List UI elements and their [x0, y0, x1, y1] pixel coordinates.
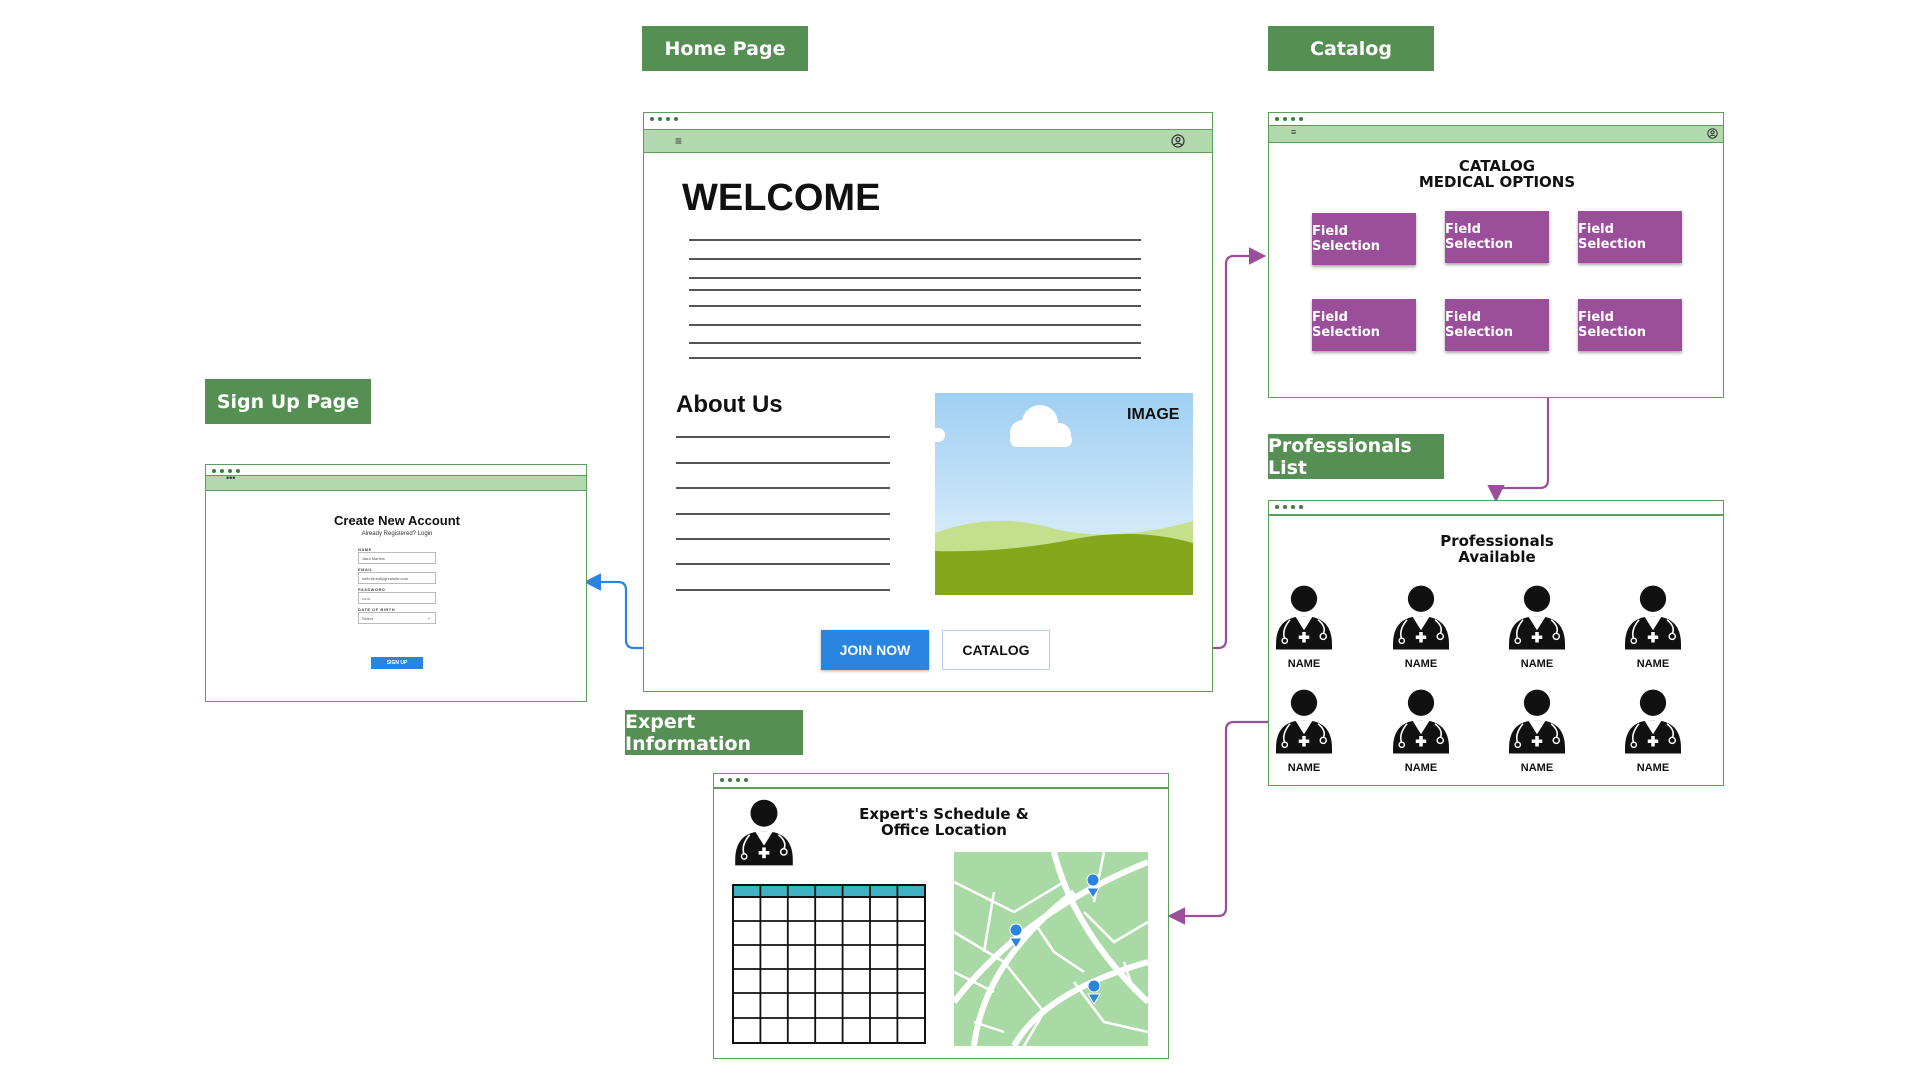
dob-select-value: Select: [362, 616, 374, 621]
home-navbar: ≡: [644, 129, 1212, 153]
professional-name: NAME: [1287, 658, 1321, 670]
text-line: [676, 538, 890, 540]
doctor-avatar-icon: [734, 798, 794, 867]
professional-card[interactable]: NAME: [1381, 581, 1461, 670]
text-line: [676, 589, 890, 591]
email-field[interactable]: hello@reallygreatsite.com: [358, 572, 436, 584]
doctor-icon: [1624, 688, 1682, 755]
signup-form: NAME Jiara Martins EMAIL hello@reallygre…: [358, 547, 438, 624]
signup-window: ••• Create New Account Already Registere…: [205, 464, 587, 702]
professional-name: NAME: [1404, 658, 1438, 670]
landscape-image: IMAGE: [935, 393, 1193, 595]
user-icon[interactable]: [1707, 128, 1718, 139]
text-line: [676, 462, 890, 464]
text-line: [689, 342, 1141, 344]
field-selection-button[interactable]: Field Selection: [1445, 211, 1549, 263]
catalog-navbar: ≡: [1269, 125, 1723, 143]
office-location-map: [954, 852, 1148, 1046]
text-line: [676, 487, 890, 489]
catalog-title-line1: CATALOG: [1458, 157, 1536, 175]
signup-button[interactable]: SIGN UP: [371, 657, 423, 669]
text-line: [689, 324, 1141, 326]
window-dots: [1275, 113, 1303, 125]
dob-select[interactable]: Select ⌄: [358, 612, 436, 624]
professional-name: NAME: [1520, 658, 1554, 670]
professional-name: NAME: [1636, 762, 1670, 774]
text-line: [689, 239, 1141, 241]
text-line: [676, 436, 890, 438]
expert-title: Expert's Schedule & Office Location: [844, 806, 1044, 838]
doctor-icon: [1275, 584, 1333, 651]
welcome-heading: WELCOME: [682, 177, 881, 219]
doctor-icon: [1275, 688, 1333, 755]
signup-title: Create New Account: [334, 513, 460, 528]
about-us-heading: About Us: [676, 391, 783, 418]
professional-card[interactable]: NAME: [1381, 685, 1461, 774]
hamburger-icon[interactable]: ≡: [1291, 128, 1296, 137]
field-selection-button[interactable]: Field Selection: [1312, 299, 1416, 351]
text-line: [676, 563, 890, 565]
user-icon[interactable]: [1171, 134, 1185, 148]
text-line: [689, 357, 1141, 359]
professional-name: NAME: [1520, 762, 1554, 774]
signup-navbar: •••: [206, 473, 586, 491]
schedule-calendar: [732, 884, 926, 1044]
join-now-button[interactable]: JOIN NOW: [821, 630, 929, 670]
professional-name: NAME: [1287, 762, 1321, 774]
catalog-button[interactable]: CATALOG: [942, 630, 1050, 670]
professional-card[interactable]: NAME: [1613, 685, 1693, 774]
text-line: [689, 277, 1141, 279]
catalog-window: ≡ CATALOG MEDICAL OPTIONS Field Selectio…: [1268, 112, 1724, 398]
home-page-window: ≡ WELCOME About Us IMAGE JOIN NOW CATALO…: [643, 112, 1213, 692]
window-dots: [1275, 501, 1303, 513]
chevron-down-icon: ⌄: [426, 615, 431, 621]
catalog-title-line2: MEDICAL OPTIONS: [1418, 173, 1576, 191]
professionals-title-line2: Available: [1458, 548, 1536, 566]
professionals-window: Professionals Available NAME NAME NAME NAME…: [1268, 500, 1724, 786]
doctor-icon: [1624, 584, 1682, 651]
window-top-rule: [1269, 514, 1723, 516]
window-top-rule: [714, 787, 1168, 789]
home-page-tag: Home Page: [642, 26, 808, 71]
catalog-title: CATALOG MEDICAL OPTIONS: [1269, 158, 1725, 190]
field-selection-button[interactable]: Field Selection: [1312, 213, 1416, 265]
expert-title-line1: Expert's Schedule &: [859, 805, 1029, 823]
field-selection-button[interactable]: Field Selection: [1445, 299, 1549, 351]
image-label: IMAGE: [1127, 406, 1180, 423]
doctor-icon: [1392, 584, 1450, 651]
professional-name: NAME: [1404, 762, 1438, 774]
password-field[interactable]: ••••••: [358, 592, 436, 604]
login-link[interactable]: Already Registered? Login: [206, 531, 588, 537]
catalog-tag: Catalog: [1268, 26, 1434, 71]
professional-card[interactable]: NAME: [1264, 685, 1344, 774]
professionals-list-tag: Professionals List: [1268, 434, 1444, 479]
expert-title-line2: Office Location: [881, 821, 1007, 839]
field-selection-button[interactable]: Field Selection: [1578, 211, 1682, 263]
text-line: [676, 513, 890, 515]
professionals-title: Professionals Available: [1269, 533, 1725, 565]
expert-information-tag: Expert Information: [625, 710, 803, 755]
menu-icon[interactable]: •••: [226, 473, 235, 483]
professional-card[interactable]: NAME: [1613, 581, 1693, 670]
doctor-icon: [1392, 688, 1450, 755]
professional-name: NAME: [1636, 658, 1670, 670]
signup-page-tag: Sign Up Page: [205, 379, 371, 424]
doctor-icon: [1508, 688, 1566, 755]
text-line: [689, 305, 1141, 307]
text-line: [689, 258, 1141, 260]
name-field[interactable]: Jiara Martins: [358, 552, 436, 564]
professional-card[interactable]: NAME: [1264, 581, 1344, 670]
expert-window: Expert's Schedule & Office Location: [713, 773, 1169, 1059]
window-dots: [650, 113, 678, 125]
professionals-title-line1: Professionals: [1440, 532, 1554, 550]
doctor-icon: [1508, 584, 1566, 651]
window-dots: [720, 774, 748, 786]
text-line: [689, 289, 1141, 291]
professional-card[interactable]: NAME: [1497, 581, 1577, 670]
hamburger-icon[interactable]: ≡: [675, 135, 682, 147]
professional-card[interactable]: NAME: [1497, 685, 1577, 774]
field-selection-button[interactable]: Field Selection: [1578, 299, 1682, 351]
